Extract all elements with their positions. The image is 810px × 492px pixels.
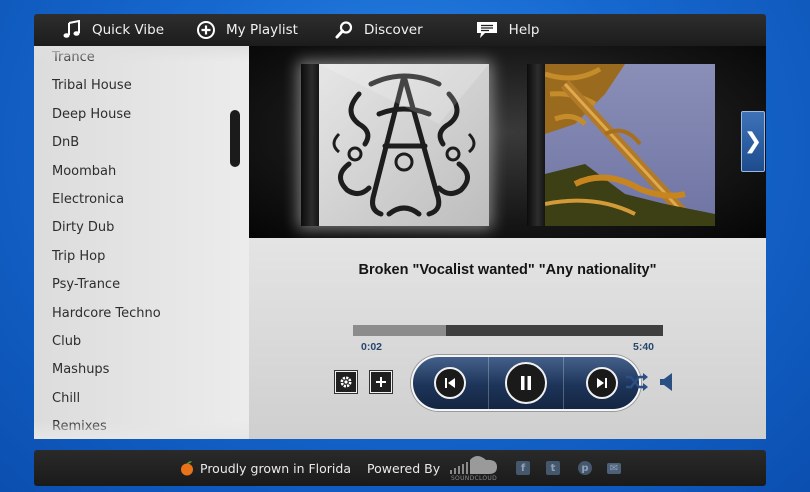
mail-icon: ✉ [607,462,621,474]
top-nav-bar: Quick Vibe My Playlist Discover Help [34,14,766,46]
pinterest-icon: p [578,461,592,475]
cover-spine [527,64,545,226]
volume-icon [660,373,672,391]
nav-quick-vibe[interactable]: Quick Vibe [62,14,164,46]
progress-bar[interactable] [353,325,663,336]
settings-button[interactable] [334,370,358,394]
genre-item[interactable]: Mashups [52,356,161,384]
genre-item[interactable]: Dirty Dub [52,214,161,242]
plus-circle-icon [197,21,216,39]
list-fade-bottom [34,421,249,439]
nav-label: Help [508,22,540,38]
shuffle-button[interactable] [625,373,649,395]
sidebar-scrollbar[interactable] [230,110,240,167]
previous-icon [445,378,456,388]
player-panel: Broken "Vocalist wanted" "Any nationalit… [249,238,766,439]
elapsed-time: 0:02 [361,341,383,353]
previous-button[interactable] [413,357,488,409]
genre-list: Trance Tribal House Deep House DnB Moomb… [52,46,161,439]
genre-item[interactable]: Chill [52,385,161,413]
genre-sidebar: Trance Tribal House Deep House DnB Moomb… [34,46,249,439]
transport-controls [411,355,641,411]
plus-icon [376,377,386,387]
nav-help[interactable]: Help [475,14,540,46]
total-time: 5:40 [633,341,655,353]
genre-item[interactable]: Psy-Trance [52,271,161,299]
volume-button[interactable] [659,372,675,396]
list-fade-top [34,46,249,62]
next-button-face [585,367,618,399]
album-cover-monogram[interactable] [301,64,489,226]
genre-item[interactable]: Tribal House [52,72,161,100]
mail-link[interactable]: ✉ [607,450,621,486]
pause-button-face [505,362,547,404]
soundcloud-logo[interactable]: SOUNDCLOUD [449,450,499,486]
add-to-playlist-button[interactable] [369,370,393,394]
soundcloud-text: SOUNDCLOUD [450,475,498,482]
orange-icon [181,461,193,476]
footer-bar: Proudly grown in Florida Powered By SOUN… [34,450,766,486]
search-icon [335,21,353,39]
footer-grown: Proudly grown in Florida [179,450,351,486]
genre-item[interactable]: Trip Hop [52,243,161,271]
next-icon [596,378,607,388]
nav-label: My Playlist [226,22,298,38]
twitter-link[interactable]: t [546,450,560,486]
nav-my-playlist[interactable]: My Playlist [196,14,298,46]
cover-next-button[interactable]: ❯ [741,111,765,172]
genre-item[interactable]: Electronica [52,186,161,214]
nav-discover[interactable]: Discover [334,14,423,46]
pause-button[interactable] [487,357,564,409]
genre-item[interactable]: Club [52,328,161,356]
pause-icon [521,376,531,390]
previous-button-face [434,367,467,399]
shuffle-icon [626,373,648,391]
track-title: Broken "Vocalist wanted" "Any nationalit… [358,262,657,278]
genre-item[interactable]: Hardcore Techno [52,300,161,328]
nav-label: Quick Vibe [92,22,165,38]
gear-icon [340,376,352,388]
ornate-monogram-art [319,64,489,226]
palm-tree-art [544,64,715,226]
genre-item[interactable]: Deep House [52,101,161,129]
music-note-icon [63,20,80,38]
grown-text: Proudly grown in Florida [200,460,351,476]
genre-item[interactable]: DnB [52,129,161,157]
pinterest-link[interactable]: p [578,450,592,486]
soundcloud-cloud-icon [450,456,497,474]
genre-item[interactable]: Moombah [52,158,161,186]
cover-flow [249,46,766,238]
speech-bubble-icon [476,22,497,38]
powered-by-text: Powered By [367,460,441,476]
twitter-icon: t [546,461,560,475]
facebook-icon: f [516,461,530,475]
nav-label: Discover [363,22,423,38]
facebook-link[interactable]: f [516,450,530,486]
album-cover-palm[interactable] [527,64,715,226]
progress-fill [353,325,446,336]
cover-spine [301,64,319,226]
